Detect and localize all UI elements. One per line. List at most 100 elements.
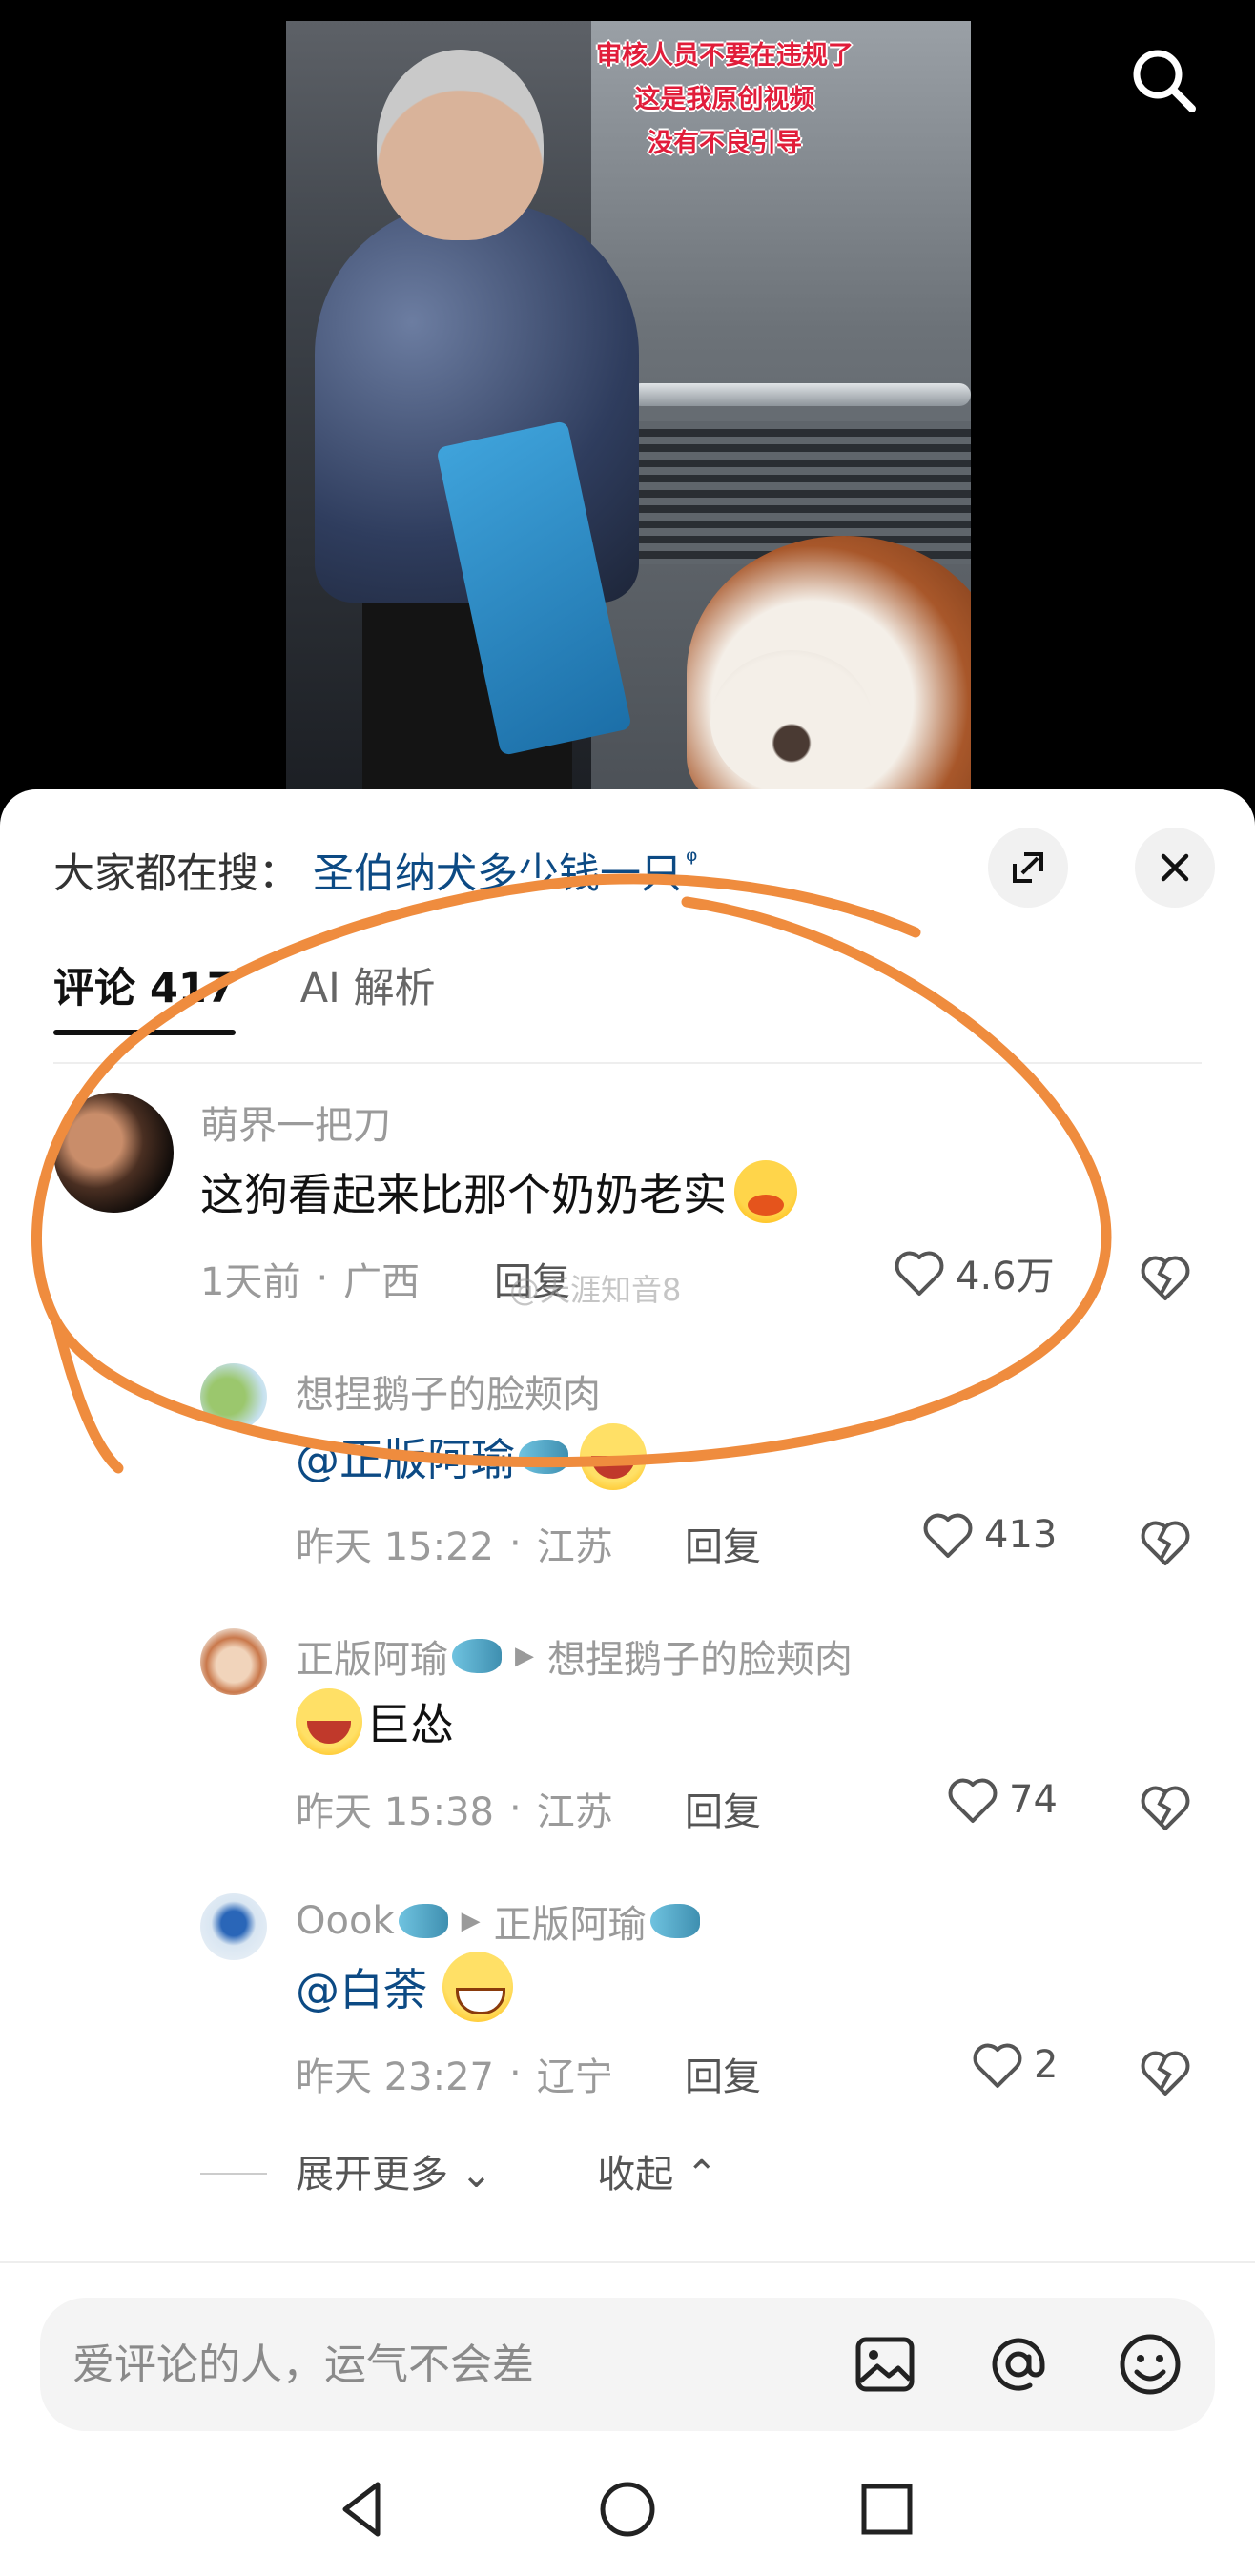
dog-face xyxy=(710,650,873,793)
trending-term-link[interactable]: 圣伯纳犬多少钱一只 xyxy=(313,841,682,900)
reply-time: 昨天 15:22 xyxy=(296,1525,494,1569)
laughing-emoji-icon xyxy=(296,1688,362,1755)
heart-icon xyxy=(923,1513,973,1558)
tab-comments[interactable]: 评论 417 xyxy=(53,944,236,1035)
meta-separator: · xyxy=(509,1787,522,1830)
elevator-vent xyxy=(601,421,971,564)
recents-icon[interactable] xyxy=(849,2471,925,2547)
meta-separator: · xyxy=(509,1522,522,1565)
comment-input[interactable] xyxy=(72,2298,797,2431)
reply-button[interactable]: 回复 xyxy=(685,1516,761,1571)
like-button[interactable]: 413 xyxy=(921,1510,1057,1560)
reply-username[interactable]: 正版阿瑜 ▶ 想捏鹅子的脸颊肉 xyxy=(296,1628,853,1684)
reply-meta: 昨天 23:27 · 辽宁 xyxy=(296,2046,613,2101)
like-button[interactable]: 2 xyxy=(971,2040,1058,2090)
small-search-icon: ᵠ xyxy=(686,844,698,878)
fish-badge-icon xyxy=(452,1639,502,1673)
mention-link[interactable]: @白荼 xyxy=(296,1955,427,2018)
trending-label: 大家都在搜： xyxy=(53,850,299,898)
heart-icon xyxy=(948,1778,998,1823)
at-icon[interactable] xyxy=(984,2330,1053,2399)
comment-sheet: 大家都在搜： 圣伯纳犬多少钱一只 ᵠ 评论 417 AI 解析 萌界一把刀 这狗… xyxy=(0,789,1255,2576)
fish-badge-icon xyxy=(398,1904,448,1938)
comment-composer[interactable] xyxy=(40,2298,1215,2431)
heart-icon xyxy=(895,1251,944,1296)
reply-body: 巨怂 xyxy=(366,1699,454,1750)
close-button[interactable] xyxy=(1135,828,1215,908)
broken-heart-icon[interactable] xyxy=(1139,1781,1192,1834)
caption-line: 这是我原创视频 xyxy=(634,85,815,114)
reply-location: 江苏 xyxy=(536,1525,613,1569)
watermark: @天涯知音8 xyxy=(509,1272,682,1308)
like-button[interactable]: 4.6万 xyxy=(893,1245,1055,1300)
avatar[interactable] xyxy=(53,1093,174,1213)
search-icon xyxy=(1133,50,1196,112)
reply-time: 昨天 23:27 xyxy=(296,2055,494,2099)
reply-location: 辽宁 xyxy=(536,2055,613,2099)
comment-tabs: 评论 417 AI 解析 xyxy=(53,944,436,1035)
chevron-up-icon: ⌃ xyxy=(673,2153,718,2197)
avatar[interactable] xyxy=(200,1363,267,1430)
reply-to-arrow-icon: ▶ xyxy=(515,1642,534,1670)
collapse-button[interactable]: 收起 ⌃ xyxy=(597,2143,717,2198)
broken-heart-icon[interactable] xyxy=(1139,1516,1192,1569)
home-icon[interactable] xyxy=(589,2471,666,2547)
comment-time: 1天前 xyxy=(200,1260,301,1304)
reply-text: @正版阿瑜 xyxy=(296,1419,647,1495)
emoji-icon[interactable] xyxy=(1116,2330,1184,2399)
comment-text: 这狗看起来比那个奶奶老实 xyxy=(200,1154,797,1230)
meta-separator: · xyxy=(316,1257,329,1300)
close-icon xyxy=(1161,853,1189,882)
expand-controls: 展开更多 ⌄ 收起 ⌃ xyxy=(200,2143,717,2198)
grinning-emoji-icon xyxy=(442,1952,513,2022)
comment-composer-bar xyxy=(0,2261,1255,2431)
search-button[interactable] xyxy=(1125,42,1202,118)
broken-heart-icon[interactable] xyxy=(1139,1251,1192,1304)
tab-ai-analysis[interactable]: AI 解析 xyxy=(300,944,436,1035)
reply-username[interactable]: 想捏鹅子的脸颊肉 xyxy=(296,1363,601,1419)
caption-line: 没有不良引导 xyxy=(648,129,802,158)
caption-line: 审核人员不要在违规了 xyxy=(596,41,854,71)
video-caption-overlay: 审核人员不要在违规了 这是我原创视频 没有不良引导 xyxy=(534,34,916,166)
broken-heart-icon[interactable] xyxy=(1139,2046,1192,2099)
expand-icon xyxy=(1013,852,1043,883)
reply-text: @白荼 xyxy=(296,1949,513,2025)
heart-icon xyxy=(973,2043,1022,2088)
person-head xyxy=(377,50,544,240)
like-count: 74 xyxy=(1009,1778,1058,1822)
reply-target[interactable]: 想捏鹅子的脸颊肉 xyxy=(547,1628,853,1684)
reply-username[interactable]: Oook ▶ 正版阿瑜 xyxy=(296,1893,700,1949)
trending-search[interactable]: 大家都在搜： 圣伯纳犬多少钱一只 ᵠ xyxy=(53,837,697,904)
like-count: 4.6万 xyxy=(956,1255,1055,1298)
avatar[interactable] xyxy=(200,1628,267,1695)
reply-location: 江苏 xyxy=(536,1790,613,1834)
comment-body: 这狗看起来比那个奶奶老实 xyxy=(200,1169,727,1220)
reply-to-arrow-icon: ▶ xyxy=(461,1907,481,1935)
like-count: 413 xyxy=(984,1513,1058,1557)
image-icon[interactable] xyxy=(851,2330,919,2399)
laughing-emoji-icon xyxy=(580,1423,647,1490)
like-count: 2 xyxy=(1034,2043,1059,2087)
meta-separator: · xyxy=(509,2052,522,2096)
tabs-divider xyxy=(53,1062,1202,1064)
elevator-handrail xyxy=(629,383,971,406)
expand-button[interactable] xyxy=(988,828,1068,908)
avatar[interactable] xyxy=(200,1893,267,1960)
comment-meta: 1天前 · 广西 xyxy=(200,1251,420,1306)
like-button[interactable]: 74 xyxy=(946,1775,1058,1825)
reply-meta: 昨天 15:38 · 江苏 xyxy=(296,1781,613,1836)
chevron-down-icon: ⌄ xyxy=(448,2153,493,2197)
fish-emoji-icon xyxy=(519,1440,568,1474)
reply-target[interactable]: 正版阿瑜 xyxy=(494,1893,647,1949)
back-icon[interactable] xyxy=(324,2471,401,2547)
reply-text: 巨怂 xyxy=(296,1684,454,1760)
reply-button[interactable]: 回复 xyxy=(685,1781,761,1836)
reply-time: 昨天 15:38 xyxy=(296,1790,494,1834)
video-player[interactable]: 审核人员不要在违规了 这是我原创视频 没有不良引导 xyxy=(0,0,1255,820)
yawn-emoji-icon xyxy=(734,1160,797,1223)
expand-more-button[interactable]: 展开更多 ⌄ xyxy=(296,2143,492,2198)
mention-link[interactable]: @正版阿瑜 xyxy=(296,1425,515,1488)
comment-username[interactable]: 萌界一把刀 xyxy=(200,1094,391,1150)
comment-location: 广西 xyxy=(343,1260,421,1304)
reply-button[interactable]: 回复 xyxy=(685,2046,761,2101)
